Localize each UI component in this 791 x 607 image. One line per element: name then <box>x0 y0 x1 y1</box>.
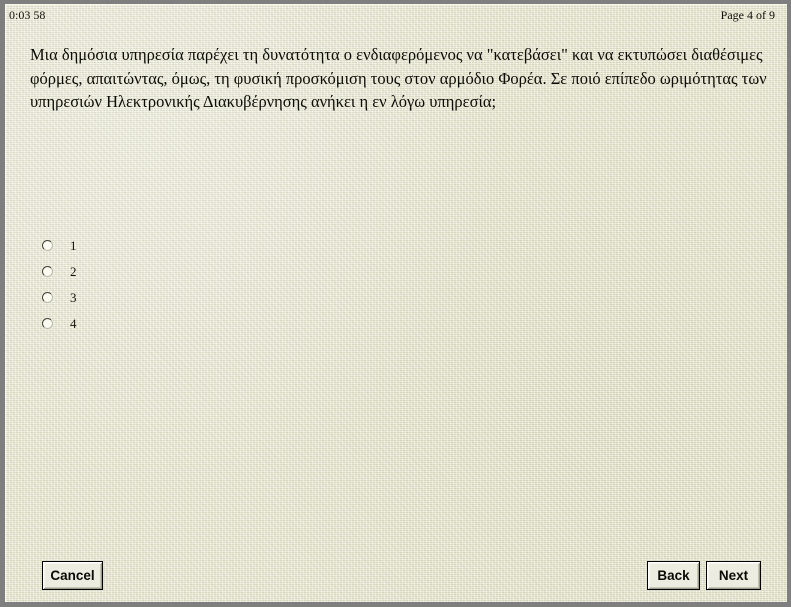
question-text: Μια δημόσια υπηρεσία παρέχει τη δυνατότη… <box>30 45 767 111</box>
answer-option-3[interactable]: 3 <box>42 284 342 310</box>
answer-option-4[interactable]: 4 <box>42 310 342 336</box>
answer-option-2[interactable]: 2 <box>42 258 342 284</box>
elapsed-time-label: 0:03 58 <box>9 8 46 22</box>
radio-button-icon[interactable] <box>42 317 53 329</box>
quiz-page: 0:03 58 Page 4 of 9 Μια δημόσια υπηρεσία… <box>5 4 787 602</box>
page-indicator: Page 4 of 9 <box>720 8 775 22</box>
answer-options-group: 1 2 3 4 <box>42 232 342 336</box>
answer-option-label: 3 <box>70 289 77 305</box>
answer-option-label: 4 <box>70 315 77 331</box>
next-button[interactable]: Next <box>706 561 761 590</box>
radio-button-icon[interactable] <box>42 239 53 251</box>
radio-button-icon[interactable] <box>42 291 53 303</box>
answer-option-label: 1 <box>70 237 77 253</box>
cancel-button[interactable]: Cancel <box>42 561 103 590</box>
back-button[interactable]: Back <box>647 561 700 590</box>
radio-button-icon[interactable] <box>42 265 53 277</box>
quiz-window: 0:03 58 Page 4 of 9 Μια δημόσια υπηρεσία… <box>0 0 791 607</box>
answer-option-1[interactable]: 1 <box>42 232 342 258</box>
answer-option-label: 2 <box>70 263 77 279</box>
